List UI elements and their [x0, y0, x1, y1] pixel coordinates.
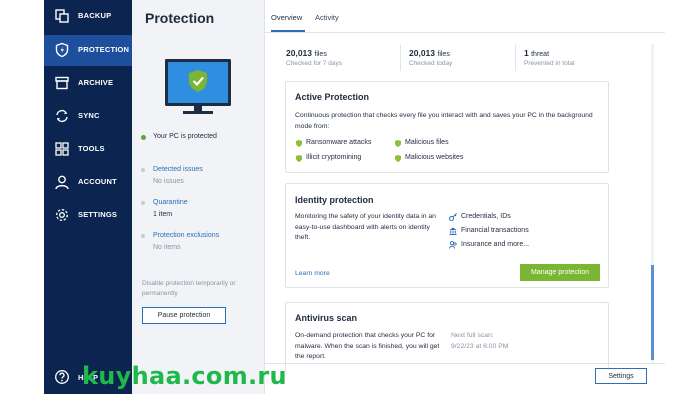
gear-icon	[54, 207, 70, 223]
user-icon	[54, 174, 70, 190]
stat-checked-today: 20,013 files	[409, 48, 450, 58]
sidebar-item-label: ARCHIVE	[78, 78, 114, 87]
quarantine-value: 1 item	[153, 211, 173, 218]
stat-label: Checked for 7 days	[286, 60, 343, 67]
sidebar-item-tools[interactable]: TOOLS	[44, 134, 132, 164]
card-description: Continuous protection that checks every …	[295, 112, 593, 130]
bullet-icon	[141, 201, 145, 205]
feature-malicious-files: Malicious files	[405, 139, 449, 146]
shield-icon	[296, 140, 302, 147]
watermark-text: kuyhaa.com.ru	[82, 362, 287, 390]
monitor-shield-illustration	[165, 59, 231, 122]
divider	[400, 45, 401, 71]
tabs-divider	[265, 32, 665, 33]
protection-summary-panel: Protection Your PC is protected Detected…	[132, 0, 265, 394]
disable-protection-hint: Disable protection temporarily or perman…	[142, 280, 236, 297]
feature-financial: Financial transactions	[461, 227, 529, 234]
footer-divider	[265, 363, 665, 364]
help-icon[interactable]	[54, 369, 70, 385]
scrollbar-thumb[interactable]	[651, 265, 654, 360]
bullet-icon	[141, 234, 145, 238]
shield-icon	[395, 140, 401, 147]
next-scan-value: 9/22/23 at 6:00 PM	[451, 343, 509, 350]
sidebar-item-label: TOOLS	[78, 144, 105, 153]
settings-button[interactable]: Settings	[595, 368, 647, 384]
card-title: Active Protection	[295, 92, 370, 102]
stat-checked-7days: 20,013 files	[286, 48, 327, 58]
feature-malicious-websites: Malicious websites	[405, 154, 464, 161]
shield-icon	[296, 155, 302, 162]
sync-icon	[54, 108, 70, 124]
active-protection-card: Active Protection Continuous protection …	[285, 81, 609, 173]
identity-protection-card: Identity protection Monitoring the safet…	[285, 183, 609, 288]
copy-icon	[54, 8, 70, 24]
tab-overview[interactable]: Overview	[271, 13, 302, 22]
feature-credentials: Credentials, IDs	[461, 213, 511, 220]
feature-insurance: Insurance and more...	[461, 241, 530, 248]
sidebar: BACKUP PROTECTION ARCHIVE SYNC TOOLS ACC…	[44, 0, 132, 394]
sidebar-item-label: BACKUP	[78, 11, 112, 20]
sidebar-item-sync[interactable]: SYNC	[44, 101, 132, 131]
sidebar-item-label: ACCOUNT	[78, 177, 117, 186]
bank-icon	[449, 227, 457, 235]
detected-issues-value: No issues	[153, 178, 184, 185]
manage-protection-button[interactable]: Manage protection	[520, 264, 600, 281]
archive-icon	[54, 75, 70, 91]
stat-label: Checked today	[409, 60, 453, 67]
bullet-icon	[141, 168, 145, 172]
shield-icon	[54, 42, 70, 58]
next-scan-label: Next full scan:	[451, 332, 494, 339]
card-title: Antivirus scan	[295, 313, 358, 323]
sidebar-item-settings[interactable]: SETTINGS	[44, 200, 132, 230]
sidebar-item-label: SETTINGS	[78, 210, 118, 219]
key-icon	[449, 213, 457, 221]
sidebar-item-archive[interactable]: ARCHIVE	[44, 68, 132, 98]
feature-ransomware: Ransomware attacks	[306, 139, 372, 146]
antivirus-scan-card: Antivirus scan On-demand protection that…	[285, 302, 609, 372]
sidebar-item-protection[interactable]: PROTECTION	[44, 35, 132, 66]
sidebar-item-account[interactable]: ACCOUNT	[44, 167, 132, 197]
status-indicator	[141, 135, 146, 140]
divider	[515, 45, 516, 71]
page-title: Protection	[145, 10, 215, 26]
sidebar-item-backup[interactable]: BACKUP	[44, 1, 132, 31]
protection-status: Your PC is protected	[153, 133, 217, 140]
protection-exclusions-link[interactable]: Protection exclusions	[153, 232, 219, 239]
quarantine-link[interactable]: Quarantine	[153, 199, 188, 206]
grid-icon	[54, 141, 70, 157]
feature-cryptomining: Illicit cryptomining	[306, 154, 362, 161]
main-content: Overview Activity 20,013 files Checked f…	[265, 0, 665, 394]
sidebar-item-label: PROTECTION	[78, 45, 130, 54]
sidebar-item-label: SYNC	[78, 111, 100, 120]
learn-more-link[interactable]: Learn more	[295, 270, 330, 277]
pause-protection-button[interactable]: Pause protection	[142, 307, 226, 324]
people-icon	[449, 241, 457, 249]
shield-icon	[395, 155, 401, 162]
protection-exclusions-value: No items	[153, 244, 181, 251]
card-title: Identity protection	[295, 195, 374, 205]
detected-issues-link[interactable]: Detected issues	[153, 166, 203, 173]
tab-activity[interactable]: Activity	[315, 13, 339, 22]
stat-label: Prevented in total	[524, 60, 575, 67]
card-description: On-demand protection that checks your PC…	[295, 332, 440, 360]
card-description: Monitoring the safety of your identity d…	[295, 213, 436, 241]
stat-threats-prevented: 1 threat	[524, 48, 550, 58]
